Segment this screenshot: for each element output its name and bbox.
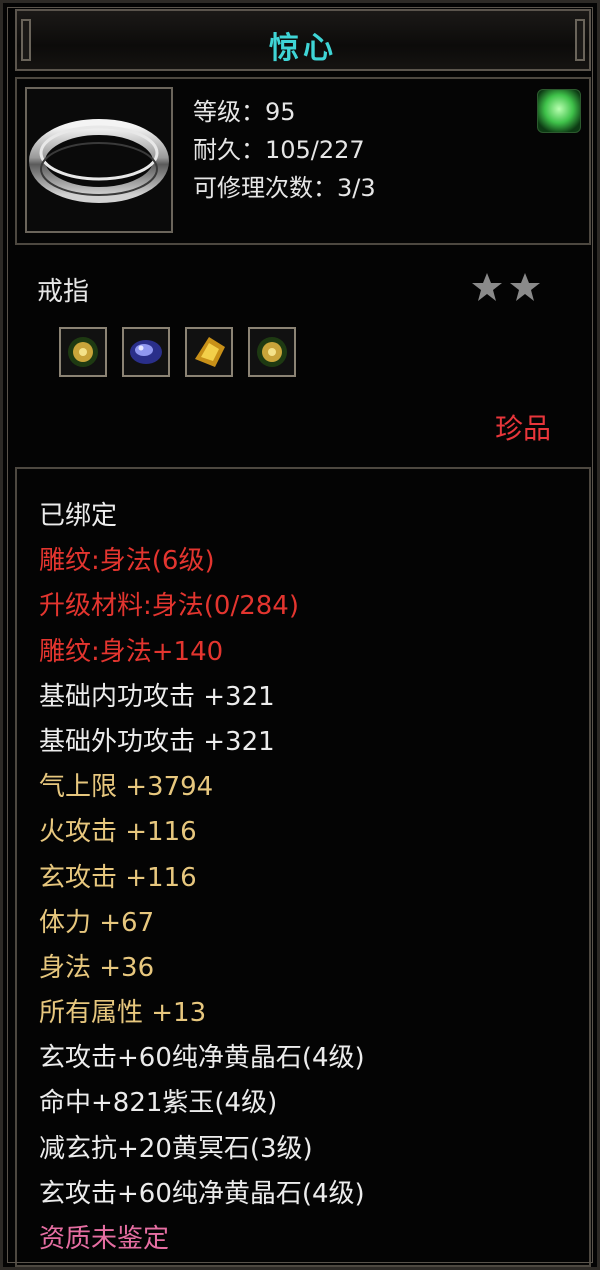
attribute-list: 已绑定雕纹:身法(6级) 升级材料:身法(0/284) 雕纹:身法+140 基础内功攻…	[39, 497, 365, 1265]
attribute-line: 所有属性 +13	[39, 998, 207, 1029]
socket-3[interactable]	[185, 327, 233, 377]
item-icon-slot	[25, 87, 173, 233]
attribute-line: 身法 +36	[39, 952, 155, 983]
attribute-line: 命中+821紫玉(4级)	[39, 1088, 278, 1119]
ring-icon	[29, 119, 169, 203]
socket-2[interactable]	[122, 327, 170, 377]
item-header: 等级：95 耐久：105/227 可修理次数：3/3	[15, 77, 591, 245]
title-bar: 惊心	[15, 9, 591, 71]
attribute-line: 玄攻击+60纯净黄晶石(4级)	[39, 1178, 365, 1209]
item-type: 戒指	[37, 277, 90, 307]
attribute-line: 玄攻击+60纯净黄晶石(4级)	[39, 1043, 365, 1074]
socket-4[interactable]	[248, 327, 296, 377]
attribute-line: 雕纹:身法+140	[39, 636, 224, 667]
yellow-gem-icon	[68, 337, 98, 367]
item-tooltip: 惊心 等级：95 耐久：105/227 可修理次数：3/3 戒指 珍品 已绑定 …	[0, 0, 600, 1270]
attribute-line: 减玄抗+20黄冥石(3级)	[39, 1133, 313, 1164]
star-rating	[472, 273, 540, 301]
attribute-line: 升级材料:身法(0/284)	[39, 591, 299, 622]
attribute-line: 基础内功攻击 +321	[39, 681, 275, 712]
green-leaf-badge-icon	[537, 89, 581, 133]
item-stats: 等级：95 耐久：105/227 可修理次数：3/3	[193, 93, 376, 207]
attribute-line: 资质未鉴定	[39, 1224, 170, 1254]
item-name: 惊心	[269, 31, 337, 66]
attribute-line: 基础外功攻击 +321	[39, 726, 275, 757]
star-icon	[510, 273, 540, 301]
repair-count-stat: 可修理次数：3/3	[193, 174, 376, 202]
attribute-line: 体力 +67	[39, 907, 155, 938]
star-icon	[472, 273, 502, 301]
purple-gem-icon	[130, 340, 162, 364]
attribute-line: 火攻击 +116	[39, 817, 197, 848]
attribute-line: 已绑定	[39, 501, 118, 531]
attribute-line: 玄攻击 +116	[39, 862, 197, 893]
gold-gem-icon	[195, 337, 225, 367]
rarity-label: 珍品	[494, 412, 551, 445]
level-stat: 等级：95	[193, 98, 296, 126]
yellow-gem-icon	[257, 337, 287, 367]
socket-1[interactable]	[59, 327, 107, 377]
durability-stat: 耐久：105/227	[193, 136, 365, 164]
attributes-panel: 已绑定雕纹:身法(6级) 升级材料:身法(0/284) 雕纹:身法+140 基础内功攻…	[15, 467, 591, 1267]
attribute-line: 雕纹:身法(6级)	[39, 546, 215, 577]
attribute-line: 气上限 +3794	[39, 772, 214, 803]
